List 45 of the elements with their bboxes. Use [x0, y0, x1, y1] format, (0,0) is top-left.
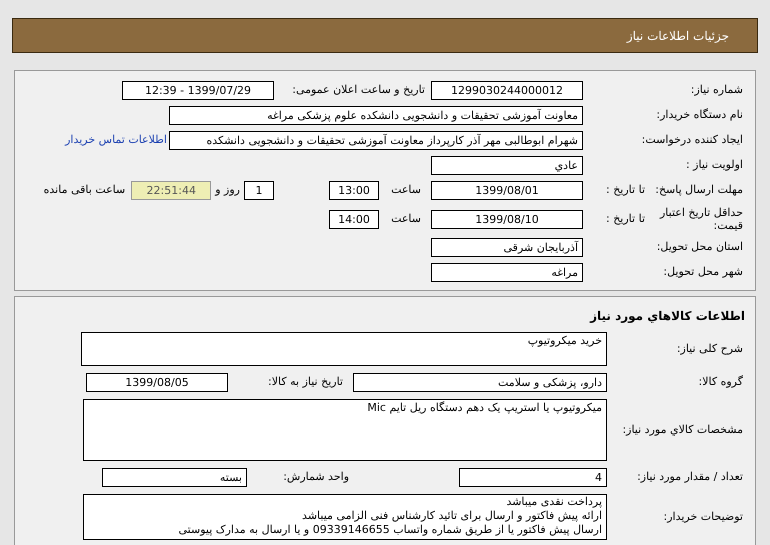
text-area[interactable]: میکروتیوپ یا استریپ یک دهم دستگاه ریل تایم Mic	[83, 399, 607, 461]
field-label: نام دستگاه خریدار:	[655, 107, 744, 124]
text-field[interactable]: 1399/08/10	[431, 210, 583, 228]
text-field[interactable]: عادي	[431, 156, 583, 175]
text-field[interactable]: 1399/07/29 - 12:39	[122, 81, 274, 100]
field-label: روز و	[215, 182, 240, 198]
field-label: شرح کلی نیاز:	[676, 340, 744, 357]
field-label: اولویت نیاز :	[684, 157, 744, 174]
text-field[interactable]: دارو، پزشکی و سلامت	[353, 373, 607, 392]
field-label: تا تاریخ :	[605, 182, 645, 198]
field-label: ساعت باقی مانده	[44, 182, 126, 198]
field-label: گروه کالا:	[698, 374, 744, 390]
field-label: ساعت	[390, 182, 421, 198]
text-field[interactable]: 1	[244, 181, 274, 200]
field-label: ایجاد کننده درخواست:	[640, 132, 744, 148]
field-label: شهر محل تحویل:	[662, 264, 744, 280]
field-label: مهلت ارسال پاسخ:	[654, 182, 744, 198]
field-label: تا تاریخ :	[605, 210, 645, 227]
field-label: توضیحات خریدار:	[662, 508, 744, 525]
header-title: جزئیات اطلاعات نیاز	[626, 28, 729, 44]
text-field[interactable]: 4	[459, 468, 607, 487]
text-field[interactable]: 1299030244000012	[431, 81, 583, 100]
text-area[interactable]: خرید میکروتیوپ	[81, 332, 607, 366]
field-label: واحد شمارش:	[282, 469, 349, 486]
text-field[interactable]: 13:00	[329, 181, 379, 200]
field-label: حداقل تاریخ اعتبار قیمت:	[658, 206, 744, 232]
buyer-contact-link[interactable]: اطلاعات تماس خریدار	[65, 132, 167, 149]
text-field[interactable]: 1399/08/01	[431, 181, 583, 200]
text-field[interactable]: مراغه	[431, 263, 583, 282]
remaining-time-field: 22:51:44	[131, 181, 212, 200]
field-label: مشخصات کالاي مورد نياز:	[621, 422, 744, 438]
field-label: شماره نیاز:	[690, 82, 744, 98]
text-field[interactable]: شهرام ابوطالبی مهر آذر کارپرداز معاونت آموزشی تحقیقات و دانشجویی دانشکده	[169, 131, 583, 150]
text-area[interactable]: پرداخت نقدی میباشد ارائه پیش فاکتور و ارسال برای تائید کارشناس فنی الزامی میباشد ارسال پیش فاکتور یا از طریق شماره واتساب 09339146655 و یا ارسال به مدارک پیوستی	[83, 494, 607, 540]
text-field[interactable]: معاونت آموزشی تحقیقات و دانشجویی دانشکده علوم پزشکی مراغه	[169, 106, 583, 125]
field-label: ساعت	[390, 210, 421, 227]
text-field[interactable]: بسته	[102, 468, 247, 487]
field-label: تعداد / مقدار مورد نیاز:	[636, 469, 744, 486]
field-label: استان محل تحویل:	[656, 239, 744, 256]
text-field[interactable]: 1399/08/05	[86, 373, 228, 392]
field-label: تاریخ نیاز به کالا:	[267, 374, 343, 390]
section-title: اطلاعات کالاهاي مورد نياز	[588, 308, 746, 325]
field-label: تاریخ و ساعت اعلان عمومی:	[291, 82, 425, 98]
text-field[interactable]: آذربایجان شرقی	[431, 238, 583, 257]
text-field[interactable]: 14:00	[329, 210, 379, 228]
